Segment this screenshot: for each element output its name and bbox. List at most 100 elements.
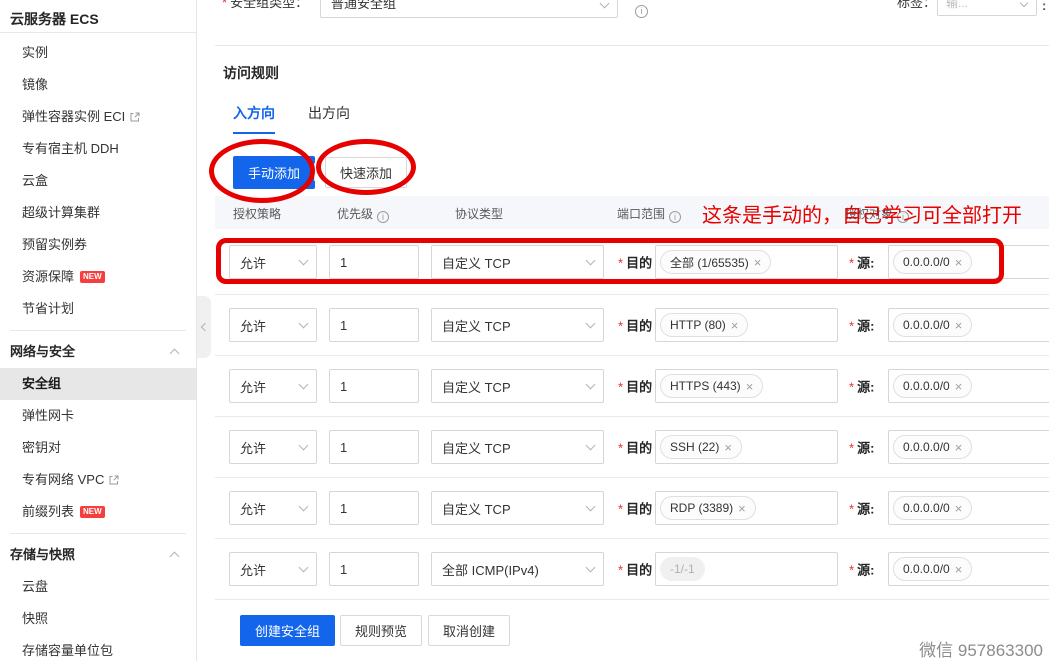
new-badge: NEW xyxy=(80,271,105,283)
priority-input[interactable] xyxy=(329,552,419,586)
sidebar-item-disks[interactable]: 云盘 xyxy=(0,571,196,603)
dest-field[interactable]: SSH (22) xyxy=(655,430,838,464)
remove-tag-icon[interactable] xyxy=(955,379,963,394)
source-label: *源: xyxy=(849,438,874,457)
dest-label: *目的 xyxy=(618,253,652,272)
chevron-up-icon xyxy=(170,349,180,359)
protocol-select[interactable]: 自定义 TCP xyxy=(431,430,604,464)
sidebar-collapse-handle[interactable] xyxy=(197,296,211,358)
tag-select[interactable]: 请选择或输... xyxy=(937,0,1037,16)
sidebar-item-supercomputing[interactable]: 超级计算集群 xyxy=(0,197,196,229)
chevron-down-icon xyxy=(586,256,596,266)
sidebar-item-images[interactable]: 镜像 xyxy=(0,69,196,101)
remove-tag-icon[interactable] xyxy=(955,255,963,270)
sidebar-item-instances[interactable]: 实例 xyxy=(0,37,196,69)
source-field[interactable]: 0.0.0.0/0 xyxy=(888,552,1049,586)
dest-field[interactable]: 全部 (1/65535) xyxy=(655,245,838,279)
remove-tag-icon[interactable] xyxy=(955,318,963,333)
sidebar-item-ddh[interactable]: 专有宿主机 DDH xyxy=(0,133,196,165)
sidebar-item-storage-capacity-units[interactable]: 存储容量单位包 xyxy=(0,635,196,667)
header-protocol: 协议类型 xyxy=(455,205,503,222)
new-badge: NEW xyxy=(80,506,105,518)
remove-tag-icon[interactable] xyxy=(955,562,963,577)
dest-tag: RDP (3389) xyxy=(660,496,756,520)
sidebar-item-cloudbox[interactable]: 云盒 xyxy=(0,165,196,197)
protocol-select[interactable]: 自定义 TCP xyxy=(431,491,604,525)
priority-input[interactable] xyxy=(329,491,419,525)
required-asterisk: * xyxy=(222,0,227,10)
sidebar-item-security-groups[interactable]: 安全组 xyxy=(0,368,196,400)
sidebar-title: 云服务器 ECS xyxy=(0,0,196,33)
priority-input[interactable] xyxy=(329,308,419,342)
source-label: *源: xyxy=(849,253,874,272)
priority-input[interactable] xyxy=(329,245,419,279)
remove-tag-icon[interactable] xyxy=(738,501,746,516)
sidebar-divider xyxy=(10,533,186,534)
main-content: *安全组类型： 普通安全组 标签： 请选择或输... : 访问规则 入方向 出方… xyxy=(197,0,1049,661)
info-icon[interactable] xyxy=(377,211,389,223)
manual-add-button[interactable]: 手动添加 xyxy=(233,156,315,189)
dest-field[interactable]: RDP (3389) xyxy=(655,491,838,525)
source-tag: 0.0.0.0/0 xyxy=(893,496,972,520)
dest-label: *目的 xyxy=(618,560,652,579)
protocol-select[interactable]: 自定义 TCP xyxy=(431,308,604,342)
info-icon[interactable] xyxy=(669,211,681,223)
sidebar-item-savings-plan[interactable]: 节省计划 xyxy=(0,293,196,325)
remove-tag-icon[interactable] xyxy=(731,318,739,333)
sidebar: 云服务器 ECS 实例 镜像 弹性容器实例 ECI 专有宿主机 DDH 云盒 超… xyxy=(0,0,197,661)
sidebar-item-eci[interactable]: 弹性容器实例 ECI xyxy=(0,101,196,133)
chevron-down-icon xyxy=(586,563,596,573)
chevron-down-icon xyxy=(299,380,309,390)
policy-select[interactable]: 允许 xyxy=(229,245,317,279)
policy-select[interactable]: 允许 xyxy=(229,430,317,464)
policy-select[interactable]: 允许 xyxy=(229,369,317,403)
external-link-icon xyxy=(109,465,119,497)
protocol-select[interactable]: 自定义 TCP xyxy=(431,245,604,279)
sidebar-group-header-network[interactable]: 网络与安全 xyxy=(0,336,196,368)
quick-add-button[interactable]: 快速添加 xyxy=(325,157,407,188)
source-field[interactable]: 0.0.0.0/0 xyxy=(888,245,1049,279)
remove-tag-icon[interactable] xyxy=(955,440,963,455)
protocol-select[interactable]: 全部 ICMP(IPv4) xyxy=(431,552,604,586)
tab-inbound[interactable]: 入方向 xyxy=(233,103,275,134)
sidebar-group-header-storage[interactable]: 存储与快照 xyxy=(0,539,196,571)
source-field[interactable]: 0.0.0.0/0 xyxy=(888,369,1049,403)
rule-row: 允许 自定义 TCP *目的 HTTP (80) *源: 0.0.0.0/0 xyxy=(215,295,1049,356)
sidebar-item-reserved-instances[interactable]: 预留实例券 xyxy=(0,229,196,261)
sidebar-item-resource-assurance[interactable]: 资源保障NEW xyxy=(0,261,196,293)
rule-row: 允许 自定义 TCP *目的 全部 (1/65535) *源: 0.0.0.0/… xyxy=(215,230,1049,295)
dest-field[interactable]: HTTPS (443) xyxy=(655,369,838,403)
chevron-down-icon xyxy=(586,380,596,390)
protocol-select[interactable]: 自定义 TCP xyxy=(431,369,604,403)
rules-preview-button[interactable]: 规则预览 xyxy=(340,615,422,646)
header-port-range: 端口范围 xyxy=(617,205,681,223)
remove-tag-icon[interactable] xyxy=(955,501,963,516)
create-security-group-button[interactable]: 创建安全组 xyxy=(240,615,335,646)
dest-field[interactable]: HTTP (80) xyxy=(655,308,838,342)
sidebar-item-prefix-lists[interactable]: 前缀列表NEW xyxy=(0,496,196,528)
sg-type-select[interactable]: 普通安全组 xyxy=(320,0,618,18)
sidebar-item-enis[interactable]: 弹性网卡 xyxy=(0,400,196,432)
dest-tag: HTTPS (443) xyxy=(660,374,763,398)
info-icon[interactable] xyxy=(635,5,648,18)
sidebar-item-key-pairs[interactable]: 密钥对 xyxy=(0,432,196,464)
cancel-create-button[interactable]: 取消创建 xyxy=(428,615,510,646)
sidebar-item-vpc[interactable]: 专有网络 VPC xyxy=(0,464,196,496)
remove-tag-icon[interactable] xyxy=(746,379,754,394)
remove-tag-icon[interactable] xyxy=(754,255,762,270)
priority-input[interactable] xyxy=(329,369,419,403)
policy-select[interactable]: 允许 xyxy=(229,308,317,342)
source-field[interactable]: 0.0.0.0/0 xyxy=(888,491,1049,525)
button-separator xyxy=(314,163,315,181)
header-policy: 授权策略 xyxy=(233,205,281,222)
source-field[interactable]: 0.0.0.0/0 xyxy=(888,308,1049,342)
priority-input[interactable] xyxy=(329,430,419,464)
policy-select[interactable]: 允许 xyxy=(229,552,317,586)
policy-select[interactable]: 允许 xyxy=(229,491,317,525)
tab-outbound[interactable]: 出方向 xyxy=(308,103,350,134)
chevron-up-icon xyxy=(170,552,180,562)
remove-tag-icon[interactable] xyxy=(724,440,732,455)
sidebar-item-snapshots[interactable]: 快照 xyxy=(0,603,196,635)
source-field[interactable]: 0.0.0.0/0 xyxy=(888,430,1049,464)
source-label: *源: xyxy=(849,560,874,579)
